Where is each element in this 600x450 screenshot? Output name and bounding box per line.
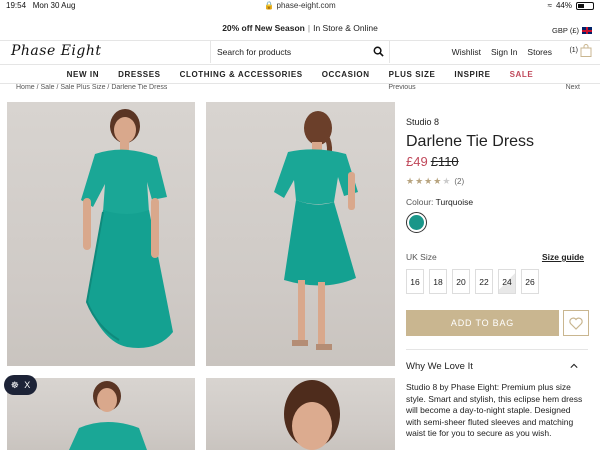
product-title: Darlene Tie Dress (406, 133, 535, 150)
star-empty-icon: ★ (442, 176, 451, 186)
currency-selector[interactable]: GBP (£) (552, 26, 592, 35)
previous-link[interactable]: Previous (388, 84, 415, 89)
price-now: £49 (406, 154, 428, 169)
size-header: UK Size Size guide (406, 252, 584, 262)
search-icon[interactable] (373, 46, 384, 57)
add-to-bag-button[interactable]: ADD TO BAG (406, 310, 559, 336)
star-filled-icon: ★ (415, 176, 424, 186)
site-header: Phase Eight Search for products Wishlist… (0, 40, 600, 63)
price-was: £110 (430, 154, 459, 169)
nav-inspire[interactable]: INSPIRE (454, 70, 490, 79)
main-nav: NEW IN DRESSES CLOTHING & ACCESSORIES OC… (0, 64, 600, 84)
size-selector: 16 18 20 22 24 26 (406, 269, 539, 294)
size-option-26[interactable]: 26 (521, 269, 539, 294)
product-brand: Studio 8 (406, 117, 440, 127)
star-filled-icon: ★ (424, 176, 433, 186)
promo-banner[interactable]: 20% off New Season | In Store & Online (0, 23, 600, 39)
rating-stars[interactable]: ★ ★ ★ ★ ★ (2) (406, 176, 464, 187)
status-right: ≈ 44% (548, 1, 594, 10)
star-filled-icon: ★ (406, 176, 415, 186)
size-option-16[interactable]: 16 (406, 269, 424, 294)
colour-label: Colour: Turquoise (406, 197, 474, 207)
product-description: Studio 8 by Phase Eight: Premium plus si… (406, 382, 583, 438)
model-closeup-illustration (284, 380, 340, 450)
battery-percent: 44% (555, 1, 572, 10)
wishlist-link[interactable]: Wishlist (452, 47, 481, 57)
accessibility-icon[interactable]: ☸ (11, 380, 19, 391)
header-links: Wishlist Sign In Stores (452, 47, 552, 57)
url-bar[interactable]: 🔒 phase-eight.com (0, 1, 600, 10)
heart-icon (569, 317, 583, 330)
close-icon[interactable]: X (24, 380, 30, 390)
nav-plus-size[interactable]: PLUS SIZE (389, 70, 436, 79)
promo-highlight: 20% off New Season (222, 23, 305, 33)
size-option-24[interactable]: 24 (498, 269, 516, 294)
size-option-22[interactable]: 22 (475, 269, 493, 294)
nav-occasion[interactable]: OCCASION (322, 70, 370, 79)
breadcrumb[interactable]: Home / Sale / Sale Plus Size / Darlene T… (16, 84, 167, 89)
why-heading: Why We Love It (406, 361, 473, 372)
colour-swatch-turquoise[interactable] (406, 212, 427, 233)
basket-button[interactable]: (1) (569, 44, 592, 57)
star-filled-icon: ★ (433, 176, 442, 186)
product-price: £49 £110 (406, 154, 459, 169)
stores-link[interactable]: Stores (527, 47, 552, 57)
status-bar: 19:54 Mon 30 Aug 🔒 phase-eight.com ≈ 44% (0, 0, 600, 12)
model-back-illustration (274, 111, 358, 350)
size-label: UK Size (406, 252, 437, 262)
product-image-front[interactable] (7, 102, 195, 366)
next-link[interactable]: Next (566, 84, 580, 89)
nav-sale[interactable]: SALE (510, 70, 534, 79)
chevron-up-icon[interactable] (570, 362, 578, 370)
site-logo[interactable]: Phase Eight (11, 43, 102, 59)
model-front-illustration (81, 109, 173, 348)
currency-label: GBP (£) (552, 26, 579, 35)
wishlist-button[interactable] (563, 310, 589, 336)
wifi-icon: ≈ (547, 1, 552, 10)
product-image-4[interactable] (206, 378, 395, 450)
nav-new-in[interactable]: NEW IN (67, 70, 100, 79)
size-option-18[interactable]: 18 (429, 269, 447, 294)
accessibility-widget[interactable]: ☸ X (4, 375, 37, 395)
nav-dresses[interactable]: DRESSES (118, 70, 160, 79)
search-input[interactable]: Search for products (210, 41, 390, 63)
promo-rest: In Store & Online (313, 23, 378, 33)
bag-icon (580, 44, 592, 57)
size-guide-link[interactable]: Size guide (542, 252, 584, 262)
review-count[interactable]: (2) (454, 177, 464, 186)
colour-value: Turquoise (435, 197, 474, 207)
product-pager: Previous Next (388, 84, 580, 89)
size-option-20[interactable]: 20 (452, 269, 470, 294)
product-image-back[interactable] (206, 102, 395, 366)
nav-clothing-accessories[interactable]: CLOTHING & ACCESSORIES (180, 70, 303, 79)
basket-count: (1) (569, 47, 578, 54)
battery-icon (576, 1, 594, 10)
why-we-love-it-accordion[interactable]: Why We Love It (406, 349, 588, 372)
uk-flag-icon (582, 27, 592, 34)
search-placeholder: Search for products (217, 47, 292, 57)
sign-in-link[interactable]: Sign In (491, 47, 517, 57)
